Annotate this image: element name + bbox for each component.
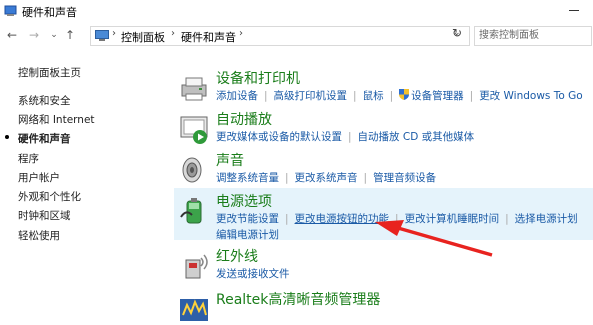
minimize-button[interactable]	[567, 4, 581, 16]
realtek-icon	[180, 299, 208, 321]
sidebar-item-appearance[interactable]: 外观和个性化	[18, 189, 81, 204]
sidebar-item-network[interactable]: 网络和 Internet	[18, 112, 95, 127]
refresh-icon[interactable]: ↻	[452, 26, 462, 40]
link-change-system-sounds[interactable]: 更改系统声音	[295, 172, 358, 184]
control-panel-small-icon	[95, 30, 109, 41]
link-edit-power-plan[interactable]: 编辑电源计划	[216, 229, 279, 241]
link-change-power-button-function[interactable]: 更改电源按钮的功能	[295, 213, 390, 225]
sidebar-item-ease-of-access[interactable]: 轻松使用	[18, 228, 60, 243]
sidebar-item-programs[interactable]: 程序	[18, 151, 39, 166]
breadcrumb[interactable]: › 控制面板 › 硬件和声音 › ⌄	[90, 26, 470, 46]
breadcrumb-control-panel[interactable]: 控制面板	[121, 29, 165, 45]
link-device-manager[interactable]: 设备管理器	[411, 90, 464, 102]
sidebar-item-hardware-sound[interactable]: 硬件和声音	[18, 131, 71, 146]
sidebar-item-user-accounts[interactable]: 用户帐户	[18, 170, 60, 185]
category-title-devices-printers[interactable]: 设备和打印机	[216, 68, 300, 88]
breadcrumb-separator-icon[interactable]: ›	[112, 28, 116, 39]
link-change-sleep-time[interactable]: 更改计算机睡眠时间	[405, 213, 500, 225]
link-mouse[interactable]: 鼠标	[363, 90, 384, 102]
sidebar-item-home[interactable]: 控制面板主页	[18, 65, 81, 80]
battery-icon	[180, 198, 202, 224]
link-send-receive-files[interactable]: 发送或接收文件	[216, 268, 290, 280]
category-title-infrared[interactable]: 红外线	[216, 246, 258, 266]
category-title-realtek[interactable]: Realtek高清晰音频管理器	[216, 289, 380, 309]
title-bar: 硬件和声音	[0, 0, 593, 22]
search-input[interactable]	[475, 27, 591, 43]
sidebar-item-clock-region[interactable]: 时钟和区域	[18, 208, 71, 223]
infrared-icon	[185, 254, 208, 279]
forward-icon[interactable]: →	[26, 27, 42, 43]
uac-shield-icon	[399, 89, 410, 100]
recent-chevron-icon[interactable]: ⌄	[46, 27, 62, 43]
link-choose-power-plan[interactable]: 选择电源计划	[515, 213, 578, 225]
link-manage-audio-devices[interactable]: 管理音频设备	[373, 172, 436, 184]
search-box[interactable]	[474, 26, 592, 46]
address-bar: ← → ⌄ ↑ › 控制面板 › 硬件和声音 › ⌄ ↻	[0, 24, 593, 48]
link-change-power-saving[interactable]: 更改节能设置	[216, 213, 279, 225]
autoplay-icon	[180, 116, 208, 144]
link-change-windows-to-go[interactable]: 更改 Windows To Go	[479, 90, 583, 102]
control-panel-icon	[4, 5, 17, 16]
breadcrumb-separator-icon[interactable]: ›	[171, 28, 175, 39]
breadcrumb-hardware-sound[interactable]: 硬件和声音	[181, 29, 236, 45]
speaker-icon	[182, 157, 202, 183]
link-change-media-defaults[interactable]: 更改媒体或设备的默认设置	[216, 131, 342, 143]
back-icon[interactable]: ←	[4, 27, 20, 43]
category-title-autoplay[interactable]: 自动播放	[216, 109, 272, 129]
link-add-device[interactable]: 添加设备	[216, 90, 258, 102]
sidebar-item-system-security[interactable]: 系统和安全	[18, 93, 71, 108]
current-item-bullet	[5, 135, 9, 139]
window-title: 硬件和声音	[22, 6, 77, 19]
up-icon[interactable]: ↑	[62, 27, 78, 43]
link-adjust-volume[interactable]: 调整系统音量	[216, 172, 279, 184]
link-advanced-printer-settings[interactable]: 高级打印机设置	[274, 90, 348, 102]
category-title-sound[interactable]: 声音	[216, 150, 244, 170]
printer-icon	[181, 77, 207, 101]
link-autoplay-cd[interactable]: 自动播放 CD 或其他媒体	[358, 131, 475, 143]
category-title-power-options[interactable]: 电源选项	[216, 191, 272, 211]
breadcrumb-separator-icon[interactable]: ›	[239, 28, 243, 39]
